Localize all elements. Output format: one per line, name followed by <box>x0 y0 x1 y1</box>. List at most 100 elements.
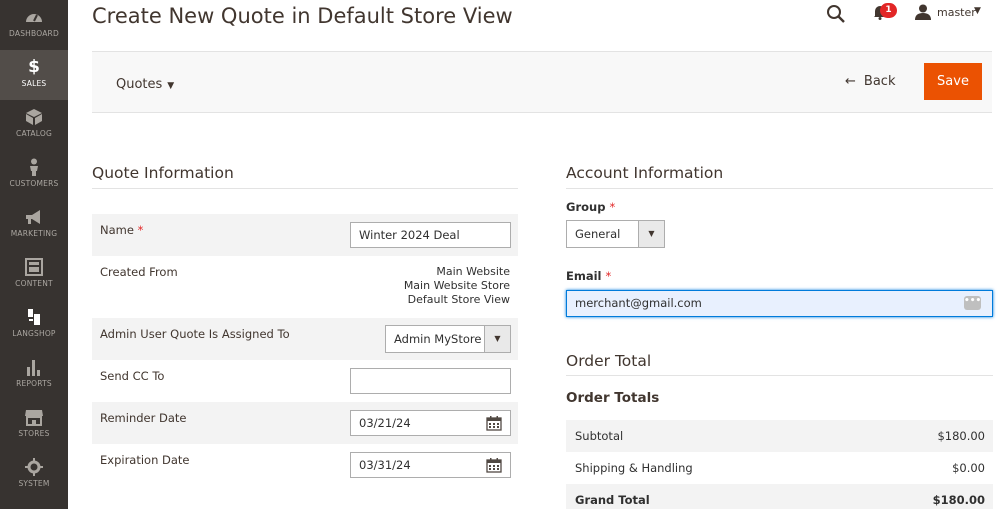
password-manager-icon[interactable]: ••• <box>964 296 981 310</box>
send-cc-row: Send CC To <box>92 360 518 402</box>
admin-user-selected: Admin MyStore <box>394 332 482 346</box>
nav-stores[interactable]: STORES <box>0 400 68 450</box>
required-marker: * <box>609 200 616 214</box>
nav-content[interactable]: CONTENT <box>0 250 68 300</box>
page-actions-toolbar: Quotes ▼ ← Back Save <box>92 51 992 113</box>
admin-user-row: Admin User Quote Is Assigned To Admin My… <box>92 318 518 360</box>
arrow-left-icon: ← <box>845 74 856 89</box>
name-label: Name * <box>100 223 143 237</box>
name-input[interactable]: Winter 2024 Deal <box>350 222 511 248</box>
admin-user-select[interactable]: Admin MyStore ▼ <box>385 325 511 353</box>
send-cc-input[interactable] <box>350 368 511 394</box>
bar-chart-icon <box>27 360 40 376</box>
subtotal-label: Subtotal <box>575 429 624 443</box>
box-icon <box>26 109 42 125</box>
nav-reports-label: REPORTS <box>16 379 52 388</box>
quote-information-title: Quote Information <box>92 164 234 182</box>
group-label-text: Group <box>566 200 606 214</box>
chevron-down-icon: ▼ <box>484 326 510 352</box>
chevron-down-icon: ▼ <box>638 221 664 247</box>
order-totals-subtitle: Order Totals <box>566 390 660 406</box>
nav-marketing[interactable]: MARKETING <box>0 200 68 250</box>
dashboard-icon <box>26 14 42 22</box>
nav-system[interactable]: SYSTEM <box>0 450 68 500</box>
subtotal-value: $180.00 <box>937 429 985 443</box>
calendar-icon[interactable] <box>486 416 502 431</box>
notification-badge[interactable]: 1 <box>880 3 897 18</box>
reminder-date-row: Reminder Date 03/21/24 <box>92 402 518 444</box>
order-total-title: Order Total <box>566 352 652 370</box>
divider <box>566 188 993 189</box>
created-from-value: Main Website Main Website Store Default … <box>404 265 510 307</box>
shipping-row: Shipping & Handling $0.00 <box>566 452 993 484</box>
nav-dashboard-label: DASHBOARD <box>9 29 59 38</box>
nav-sales[interactable]: $ SALES <box>0 50 68 100</box>
nav-sales-label: SALES <box>21 79 47 88</box>
grand-total-value: $180.00 <box>932 493 985 507</box>
divider <box>92 188 518 189</box>
page-title: Create New Quote in Default Store View <box>92 4 513 28</box>
nav-stores-label: STORES <box>18 429 50 438</box>
chevron-down-icon[interactable]: ▼ <box>974 6 981 16</box>
save-button[interactable]: Save <box>924 63 982 100</box>
quotes-switcher[interactable]: Quotes ▼ <box>116 77 174 92</box>
chevron-down-icon: ▼ <box>167 81 175 91</box>
nav-customers-label: CUSTOMERS <box>9 179 59 188</box>
email-input[interactable]: merchant@gmail.com ••• <box>566 290 993 317</box>
quotes-switcher-label: Quotes <box>116 77 163 92</box>
divider <box>566 375 993 376</box>
expiration-date-value: 03/31/24 <box>359 458 411 472</box>
nav-reports[interactable]: REPORTS <box>0 350 68 400</box>
storefront-icon <box>25 410 43 426</box>
nav-content-label: CONTENT <box>15 279 53 288</box>
reminder-date-input[interactable]: 03/21/24 <box>350 410 511 436</box>
created-from-label: Created From <box>100 265 178 279</box>
reminder-date-value: 03/21/24 <box>359 416 411 430</box>
expiration-date-label: Expiration Date <box>100 453 190 467</box>
nav-marketing-label: MARKETING <box>10 229 58 238</box>
expiration-date-row: Expiration Date 03/31/24 <box>92 444 518 486</box>
back-button-label: Back <box>863 74 896 89</box>
gear-icon <box>25 458 43 476</box>
nav-dashboard[interactable]: DASHBOARD <box>0 0 68 50</box>
subtotal-row: Subtotal $180.00 <box>566 420 993 452</box>
send-cc-label: Send CC To <box>100 369 165 383</box>
search-icon[interactable] <box>826 4 846 24</box>
created-from-website: Main Website <box>436 265 510 278</box>
required-marker: * <box>137 223 144 237</box>
user-account-name[interactable]: master <box>937 6 976 19</box>
back-button[interactable]: ← Back <box>845 74 895 89</box>
nav-customers[interactable]: CUSTOMERS <box>0 150 68 200</box>
user-icon[interactable] <box>914 4 932 20</box>
nav-langshop-label: LANGSHOP <box>12 329 56 338</box>
layout-icon <box>25 258 43 276</box>
dollar-icon: $ <box>28 57 40 77</box>
calendar-icon[interactable] <box>486 458 502 473</box>
account-information-title: Account Information <box>566 164 724 182</box>
name-label-text: Name <box>100 223 134 237</box>
created-from-store-view: Default Store View <box>407 293 510 306</box>
person-icon <box>30 158 38 176</box>
admin-user-label: Admin User Quote Is Assigned To <box>100 327 290 341</box>
name-row: Name * Winter 2024 Deal <box>92 214 518 256</box>
created-from-row: Created From Main Website Main Website S… <box>92 256 518 318</box>
email-value: merchant@gmail.com <box>575 296 702 310</box>
created-from-store: Main Website Store <box>403 279 510 292</box>
nav-langshop[interactable]: LANGSHOP <box>0 300 68 350</box>
email-label-text: Email <box>566 269 602 283</box>
shipping-value: $0.00 <box>952 461 985 475</box>
email-label: Email * <box>566 269 611 283</box>
group-select[interactable]: General ▼ <box>566 220 665 248</box>
required-marker: * <box>605 269 612 283</box>
nav-catalog-label: CATALOG <box>16 129 52 138</box>
group-selected: General <box>575 227 621 241</box>
admin-sidebar: DASHBOARD $ SALES CATALOG CUSTOMERS MARK… <box>0 0 68 509</box>
shipping-label: Shipping & Handling <box>575 461 693 475</box>
reminder-date-label: Reminder Date <box>100 411 187 425</box>
grand-total-row: Grand Total $180.00 <box>566 484 993 509</box>
group-label: Group * <box>566 200 615 214</box>
expiration-date-input[interactable]: 03/31/24 <box>350 452 511 478</box>
megaphone-icon <box>26 210 40 224</box>
nav-catalog[interactable]: CATALOG <box>0 100 68 150</box>
nav-system-label: SYSTEM <box>18 479 50 488</box>
